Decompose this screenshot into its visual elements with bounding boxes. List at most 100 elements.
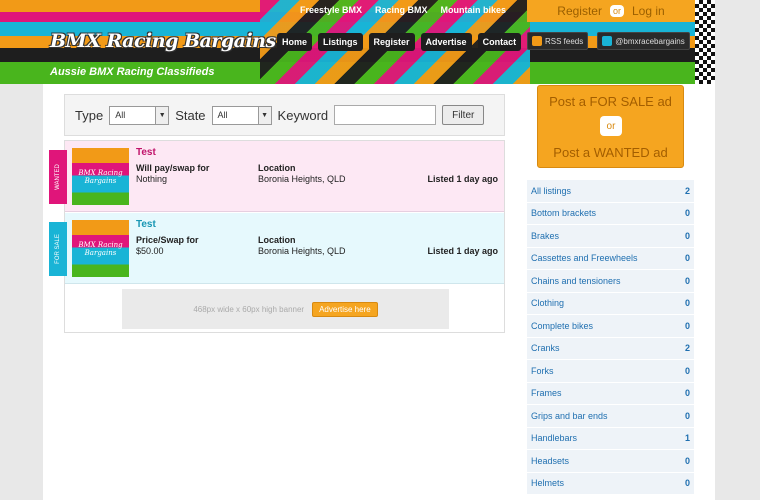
login-link[interactable]: Log in bbox=[632, 4, 665, 18]
category-count: 0 bbox=[684, 388, 690, 399]
listing-title[interactable]: Test bbox=[136, 219, 156, 230]
category-name: Brakes bbox=[531, 230, 560, 241]
category-count: 0 bbox=[684, 230, 690, 241]
rss-label: RSS feeds bbox=[545, 36, 584, 46]
post-or: or bbox=[600, 116, 622, 136]
listing-row[interactable]: FOR SALE BMX Racing Bargains Test Price/… bbox=[49, 213, 504, 284]
listing-type-label: FOR SALE bbox=[55, 234, 61, 264]
category-count: 0 bbox=[684, 253, 690, 264]
category-name: Frames bbox=[531, 388, 562, 399]
type-label: Type bbox=[75, 107, 104, 123]
category-count: 1 bbox=[684, 433, 690, 444]
register-link[interactable]: Register bbox=[557, 4, 602, 18]
thumbnail-logo: BMX Racing Bargains bbox=[78, 168, 123, 185]
state-label: State bbox=[175, 107, 206, 123]
advertise-button[interactable]: Advertise here bbox=[312, 301, 378, 317]
category-item[interactable]: All listings 2 bbox=[527, 180, 694, 203]
state-select[interactable]: All ▼ bbox=[211, 105, 272, 125]
listing-price-value: Nothing bbox=[136, 174, 168, 184]
listing-location-label: Location bbox=[258, 163, 296, 173]
top-links: Freestyle BMX Racing BMX Mountain bikes bbox=[300, 5, 506, 15]
listing-price-label: Price/Swap for bbox=[136, 235, 199, 245]
rss-button[interactable]: RSS feeds bbox=[527, 32, 589, 50]
category-count: 2 bbox=[684, 185, 690, 196]
category-name: All listings bbox=[531, 185, 572, 196]
listing-location-value: Boronia Heights, QLD bbox=[258, 174, 346, 184]
post-for-sale-button[interactable]: Post a FOR SALE ad bbox=[538, 94, 683, 109]
nav-advertise[interactable]: Advertise bbox=[420, 33, 472, 51]
category-item[interactable]: Chains and tensioners 0 bbox=[527, 270, 694, 293]
rss-icon bbox=[532, 36, 542, 46]
nav-home[interactable]: Home bbox=[277, 33, 313, 51]
keyword-label: Keyword bbox=[277, 107, 329, 123]
listing-date: Listed 1 day ago bbox=[427, 174, 498, 184]
nav-contact[interactable]: Contact bbox=[477, 33, 522, 51]
banner-text: 468px wide x 60px high banner bbox=[193, 304, 305, 314]
category-name: Handlebars bbox=[531, 433, 578, 444]
listing-price-label: Will pay/swap for bbox=[136, 163, 210, 173]
auth-bar: Register or Log in bbox=[527, 0, 695, 22]
category-count: 0 bbox=[684, 478, 690, 489]
category-list: All listings 2 Bottom brackets 0 Brakes 0 Cass… bbox=[527, 180, 694, 495]
listing-type-tab: WANTED bbox=[49, 150, 67, 204]
post-wanted-button[interactable]: Post a WANTED ad bbox=[538, 145, 683, 160]
category-name: Cassettes and Freewheels bbox=[531, 253, 638, 264]
category-count: 2 bbox=[684, 343, 690, 354]
type-select[interactable]: All ▼ bbox=[109, 105, 170, 125]
category-name: Helmets bbox=[531, 478, 565, 489]
category-name: Cranks bbox=[531, 343, 560, 354]
category-item[interactable]: Frames 0 bbox=[527, 382, 694, 405]
category-item[interactable]: Brakes 0 bbox=[527, 225, 694, 248]
category-name: Complete bikes bbox=[531, 320, 594, 331]
social-links: RSS feeds @bmxracebargains bbox=[527, 32, 695, 50]
ad-banner: 468px wide x 60px high banner Advertise … bbox=[122, 289, 449, 329]
state-select-value: All bbox=[217, 110, 228, 120]
keyword-input[interactable] bbox=[334, 105, 437, 125]
category-count: 0 bbox=[684, 365, 690, 376]
category-count: 0 bbox=[684, 455, 690, 466]
listing-row[interactable]: WANTED BMX Racing Bargains Test Will pay… bbox=[49, 141, 504, 212]
category-item[interactable]: Bottom brackets 0 bbox=[527, 202, 694, 225]
checkered-flag bbox=[695, 0, 715, 84]
listing-thumbnail[interactable]: BMX Racing Bargains bbox=[72, 220, 129, 277]
chevron-down-icon: ▼ bbox=[257, 106, 271, 124]
twitter-label: @bmxracebargains bbox=[615, 36, 685, 46]
category-item[interactable]: Helmets 0 bbox=[527, 472, 694, 495]
category-item[interactable]: Complete bikes 0 bbox=[527, 315, 694, 338]
listing-price-value: $50.00 bbox=[136, 246, 164, 256]
listing-thumbnail[interactable]: BMX Racing Bargains bbox=[72, 148, 129, 205]
listing-type-label: WANTED bbox=[55, 164, 61, 190]
category-item[interactable]: Headsets 0 bbox=[527, 450, 694, 473]
site-header: BMX Racing Bargains Aussie BMX Racing Cl… bbox=[0, 0, 760, 84]
filter-bar: Type All ▼ State All ▼ Keyword Filter bbox=[64, 94, 505, 136]
header-right-margin bbox=[715, 0, 760, 84]
chevron-down-icon: ▼ bbox=[155, 106, 169, 124]
filter-button[interactable]: Filter bbox=[442, 105, 485, 125]
type-select-value: All bbox=[115, 110, 126, 120]
category-item[interactable]: Cassettes and Freewheels 0 bbox=[527, 247, 694, 270]
listing-title[interactable]: Test bbox=[136, 147, 156, 158]
twitter-icon bbox=[602, 36, 613, 46]
thumbnail-logo: BMX Racing Bargains bbox=[78, 240, 123, 257]
nav-register[interactable]: Register bbox=[368, 33, 415, 51]
category-item[interactable]: Handlebars 1 bbox=[527, 427, 694, 450]
site-logo[interactable]: BMX Racing Bargains bbox=[50, 30, 276, 52]
category-name: Clothing bbox=[531, 298, 565, 309]
nav-listings[interactable]: Listings bbox=[318, 33, 363, 51]
category-item[interactable]: Clothing 0 bbox=[527, 292, 694, 315]
top-link-racing[interactable]: Racing BMX bbox=[375, 5, 428, 15]
auth-or: or bbox=[609, 5, 624, 17]
listing-location-value: Boronia Heights, QLD bbox=[258, 246, 346, 256]
category-item[interactable]: Grips and bar ends 0 bbox=[527, 405, 694, 428]
top-link-freestyle[interactable]: Freestyle BMX bbox=[300, 5, 362, 15]
twitter-button[interactable]: @bmxracebargains bbox=[597, 32, 690, 50]
listing-type-tab: FOR SALE bbox=[49, 222, 67, 276]
listing-date: Listed 1 day ago bbox=[427, 246, 498, 256]
category-count: 0 bbox=[684, 320, 690, 331]
category-item[interactable]: Forks 0 bbox=[527, 360, 694, 383]
category-count: 0 bbox=[684, 275, 690, 286]
top-link-mountain[interactable]: Mountain bikes bbox=[441, 5, 507, 15]
category-item[interactable]: Cranks 2 bbox=[527, 337, 694, 360]
listings-panel: WANTED BMX Racing Bargains Test Will pay… bbox=[49, 140, 505, 333]
category-count: 0 bbox=[684, 410, 690, 421]
